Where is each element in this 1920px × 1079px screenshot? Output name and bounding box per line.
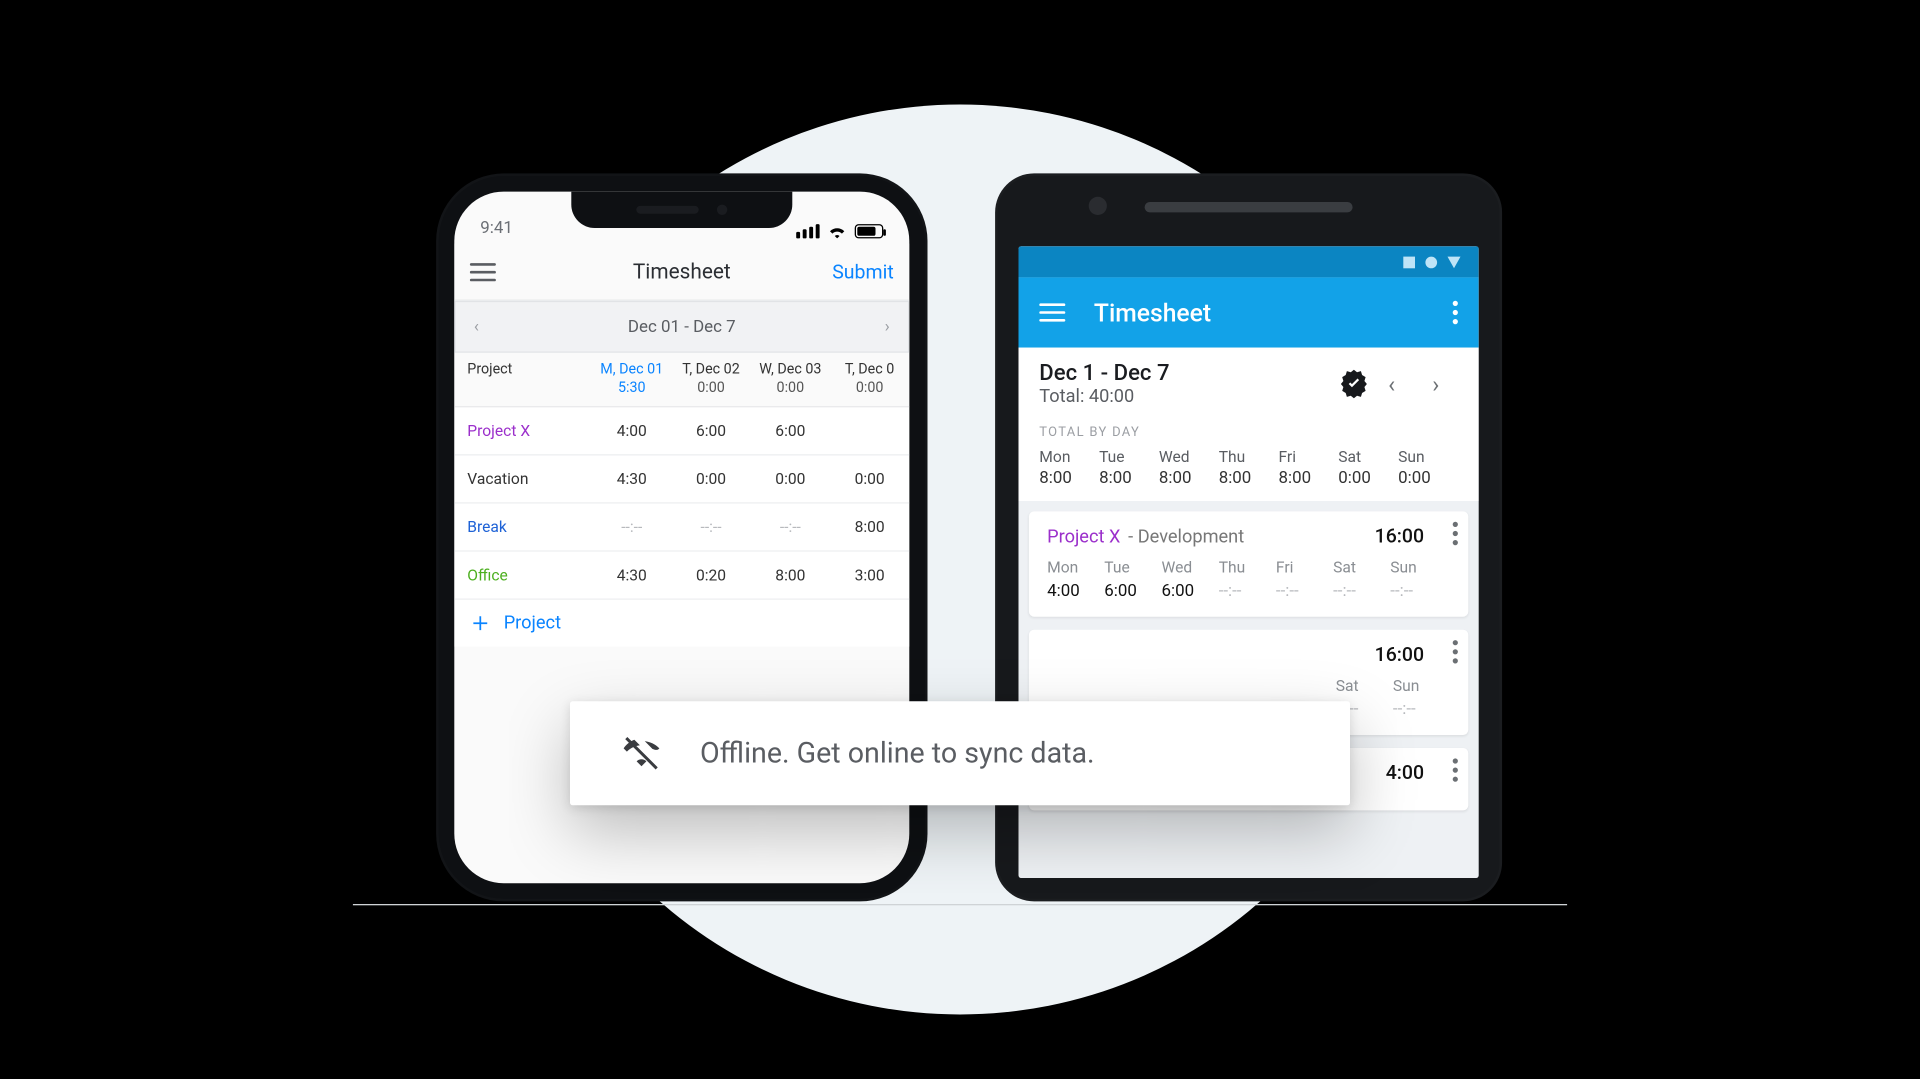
day-total: Tue8:00 xyxy=(1099,447,1159,487)
wifi-off-icon xyxy=(622,733,661,772)
table-row[interactable]: Office4:300:208:003:00 xyxy=(454,551,909,599)
day-cell: Thu--:-- xyxy=(1219,558,1276,601)
day-cell: Sun--:-- xyxy=(1390,558,1447,601)
project-suffix: - Development xyxy=(1128,527,1244,548)
chevron-left-icon[interactable]: ‹ xyxy=(456,317,498,337)
project-card[interactable]: Project X - Development 16:00 Mon4:00Tue6:… xyxy=(1029,511,1468,616)
chevron-right-icon[interactable]: › xyxy=(1414,370,1458,397)
time-cell[interactable]: --:-- xyxy=(671,517,750,535)
column-header-day[interactable]: M, Dec 015:30 xyxy=(592,352,671,405)
day-total: Mon8:00 xyxy=(1039,447,1099,487)
plus-icon xyxy=(470,612,491,633)
day-cell: Mon4:00 xyxy=(1047,558,1104,601)
time-cell[interactable]: 0:20 xyxy=(671,565,750,583)
wifi-icon xyxy=(827,224,847,238)
day-total: Sun0:00 xyxy=(1398,447,1458,487)
day-total: Wed8:00 xyxy=(1159,447,1219,487)
status-square-icon xyxy=(1403,255,1415,267)
add-project-row[interactable]: Project xyxy=(454,599,909,646)
overflow-menu-icon[interactable] xyxy=(1453,300,1458,323)
verified-badge-icon xyxy=(1338,368,1369,399)
android-status-bar xyxy=(1019,246,1479,277)
project-name: Vacation xyxy=(454,469,592,487)
baseline-rule xyxy=(353,904,1567,905)
day-total: Sat0:00 xyxy=(1338,447,1398,487)
day-cell: Wed6:00 xyxy=(1162,558,1219,601)
android-app-bar: Timesheet xyxy=(1019,277,1479,347)
day-cell: Sun--:-- xyxy=(1393,676,1450,719)
time-cell[interactable]: --:-- xyxy=(751,517,830,535)
time-cell[interactable]: 3:00 xyxy=(830,565,909,583)
column-header-day[interactable]: W, Dec 030:00 xyxy=(751,352,830,405)
column-header-day[interactable]: T, Dec 00:00 xyxy=(830,352,909,405)
project-total: 16:00 xyxy=(1375,524,1424,547)
submit-button[interactable]: Submit xyxy=(832,259,894,282)
time-cell[interactable]: 8:00 xyxy=(751,565,830,583)
week-summary: Dec 1 - Dec 7 Total: 40:00 ‹ › TOTAL BY … xyxy=(1019,347,1479,500)
chevron-right-icon[interactable]: › xyxy=(866,317,908,337)
iphone-notch xyxy=(571,191,792,227)
day-cell: Fri--:-- xyxy=(1276,558,1333,601)
android-camera xyxy=(1089,196,1107,214)
time-cell[interactable]: 6:00 xyxy=(671,421,750,439)
time-cell[interactable]: 0:00 xyxy=(751,469,830,487)
day-cell: Tue6:00 xyxy=(1104,558,1161,601)
day-cell: Sat--:-- xyxy=(1333,558,1390,601)
time-cell[interactable]: 4:30 xyxy=(592,469,671,487)
table-row[interactable]: Vacation4:300:000:000:00 xyxy=(454,454,909,502)
overflow-menu-icon[interactable] xyxy=(1453,758,1458,781)
add-project-label: Project xyxy=(504,612,561,633)
week-range-label: Dec 01 - Dec 7 xyxy=(497,317,866,337)
time-cell[interactable]: 0:00 xyxy=(830,469,909,487)
timesheet-table: ProjectM, Dec 015:30T, Dec 020:00W, Dec … xyxy=(454,352,909,645)
day-total: Thu8:00 xyxy=(1219,447,1279,487)
project-total: 4:00 xyxy=(1386,761,1424,784)
status-circle-icon xyxy=(1425,255,1437,267)
ios-clock: 9:41 xyxy=(480,218,513,238)
day-total: Fri8:00 xyxy=(1279,447,1339,487)
status-triangle-icon xyxy=(1448,255,1461,267)
project-name: Project X xyxy=(1047,527,1120,548)
signal-icon xyxy=(796,224,819,238)
table-row[interactable]: Project X4:006:006:00 xyxy=(454,406,909,454)
time-cell[interactable]: 6:00 xyxy=(751,421,830,439)
week-range-label: Dec 1 - Dec 7 xyxy=(1039,360,1338,386)
battery-icon xyxy=(855,224,884,238)
overflow-menu-icon[interactable] xyxy=(1453,521,1458,544)
project-name: Office xyxy=(454,565,592,583)
total-by-day-label: TOTAL BY DAY xyxy=(1039,425,1458,439)
ios-nav-bar: Timesheet Submit xyxy=(454,243,909,300)
offline-toast-text: Offline. Get online to sync data. xyxy=(700,736,1095,769)
table-row[interactable]: Break--:----:----:--8:00 xyxy=(454,503,909,551)
time-cell[interactable]: --:-- xyxy=(592,517,671,535)
hamburger-icon[interactable] xyxy=(1039,298,1065,327)
project-total: 16:00 xyxy=(1375,642,1424,665)
overflow-menu-icon[interactable] xyxy=(1453,640,1458,663)
android-speaker xyxy=(1145,202,1353,212)
chevron-left-icon[interactable]: ‹ xyxy=(1370,370,1414,397)
project-name: Project X xyxy=(454,421,592,439)
time-cell[interactable]: 4:30 xyxy=(592,565,671,583)
week-selector: ‹ Dec 01 - Dec 7 › xyxy=(454,300,909,352)
week-total-label: Total: 40:00 xyxy=(1039,386,1338,407)
time-cell[interactable]: 0:00 xyxy=(671,469,750,487)
hamburger-icon[interactable] xyxy=(470,257,496,286)
column-header-project: Project xyxy=(454,352,592,405)
time-cell[interactable]: 8:00 xyxy=(830,517,909,535)
offline-toast: Offline. Get online to sync data. xyxy=(570,701,1350,805)
project-name: Break xyxy=(454,517,592,535)
column-header-day[interactable]: T, Dec 020:00 xyxy=(671,352,750,405)
time-cell[interactable]: 4:00 xyxy=(592,421,671,439)
page-title: Timesheet xyxy=(1094,297,1211,327)
